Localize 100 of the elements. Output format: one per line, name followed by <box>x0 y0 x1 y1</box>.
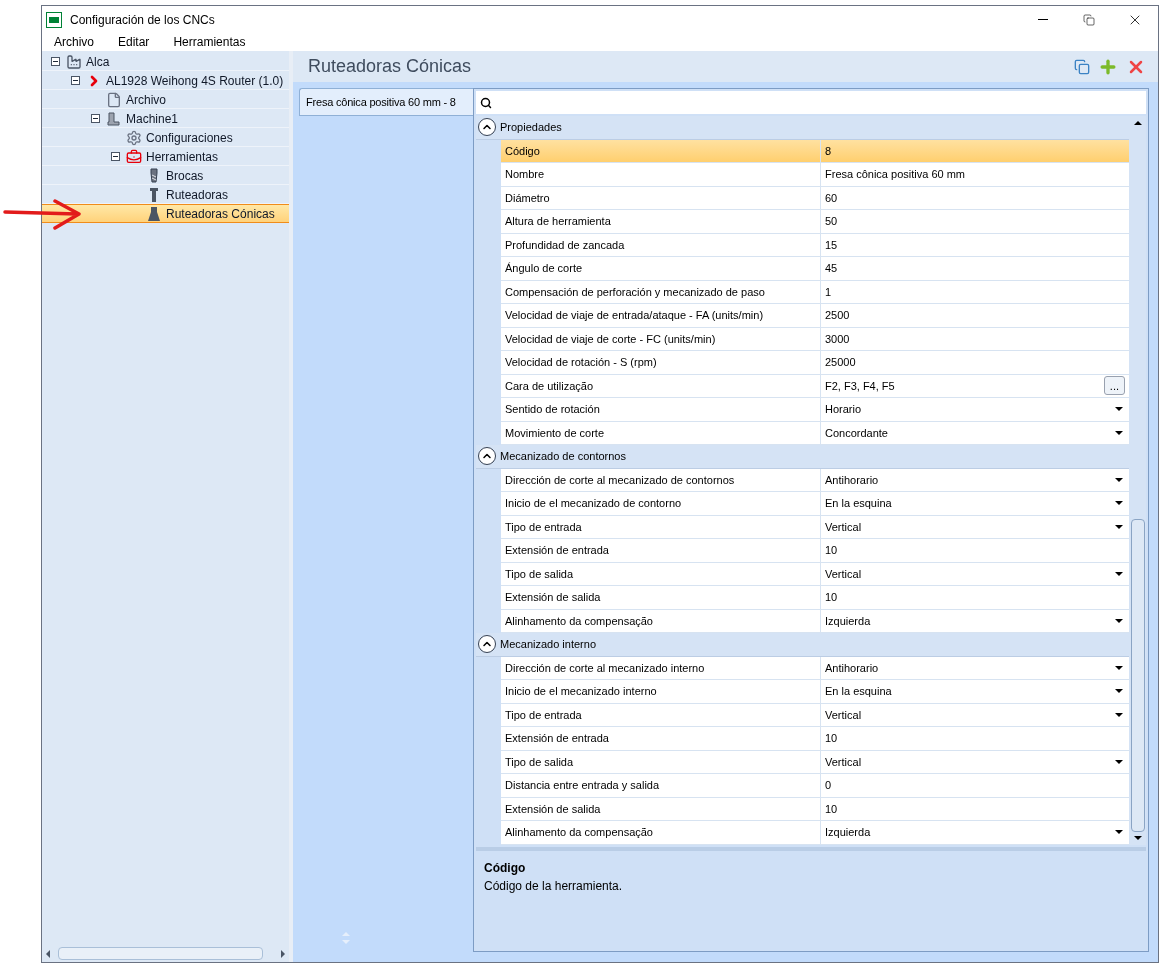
menu-item[interactable]: Editar <box>118 33 150 51</box>
property-name: Ángulo de corte <box>501 257 821 280</box>
property-value: Concordante <box>825 425 888 441</box>
property-row[interactable]: Extensión de salida 10 <box>501 586 1129 610</box>
property-name: Movimiento de corte <box>501 421 821 444</box>
tree-item[interactable]: AL1928 Weihong 4S Router (1.0) <box>42 71 289 90</box>
property-row[interactable]: Extensión de salida 10 <box>501 797 1129 821</box>
property-name: Altura de herramienta <box>501 210 821 233</box>
property-value: 60 <box>825 190 838 206</box>
property-row[interactable]: Velocidad de rotación - S (rpm) 25000 <box>501 351 1129 375</box>
toolbox-icon <box>126 148 142 165</box>
property-value: 50 <box>825 214 838 229</box>
property-row[interactable]: Compensación de perforación y mecanizado de paso 1 <box>501 280 1129 304</box>
property-row[interactable]: Ángulo de corte 45 <box>501 257 1129 281</box>
dropdown-arrow-icon[interactable] <box>1115 407 1123 412</box>
property-value: F2, F3, F4, F5 <box>825 378 895 394</box>
property-row[interactable]: Distancia entre entrada y salida 0 <box>501 774 1129 798</box>
ellipsis-button[interactable]: ... <box>1103 376 1125 396</box>
property-row[interactable]: Inicio de el mecanizado interno En la esquina <box>501 680 1129 704</box>
dropdown-arrow-icon[interactable] <box>1115 830 1123 835</box>
dropdown-arrow-icon[interactable] <box>1115 689 1123 694</box>
tree-item[interactable]: Alca <box>42 52 289 71</box>
category-header[interactable]: Propiedades <box>476 116 1129 140</box>
property-name: Alinhamento da compensação <box>501 609 821 632</box>
tree-item[interactable]: Archivo <box>42 90 289 109</box>
tree-item[interactable]: Brocas <box>42 166 289 185</box>
property-value: Vertical <box>825 566 862 582</box>
dropdown-arrow-icon[interactable] <box>1115 430 1123 435</box>
conical-bit-icon <box>146 205 162 222</box>
property-value: En la esquina <box>825 684 892 699</box>
property-row[interactable]: Velocidad de viaje de entrada/ataque - FA (units/min) 2500 <box>501 304 1129 328</box>
factory-icon <box>66 53 82 70</box>
property-row[interactable]: Tipo de entrada Vertical <box>501 703 1129 727</box>
property-name: Profundidad de zancada <box>501 233 821 256</box>
dropdown-arrow-icon[interactable] <box>1115 571 1123 576</box>
property-row[interactable]: Tipo de salida Vertical <box>501 750 1129 774</box>
tree-item-label: AL1928 Weihong 4S Router (1.0) <box>106 72 284 90</box>
property-row[interactable]: Sentido de rotación Horario <box>501 398 1129 422</box>
dropdown-arrow-icon[interactable] <box>1115 759 1123 764</box>
collapse-toggle[interactable] <box>50 57 60 66</box>
property-value: 8 <box>825 143 832 159</box>
tree-item[interactable]: Herramientas <box>42 147 289 166</box>
property-row[interactable]: Velocidad de viaje de corte - FC (units/min) 3000 <box>501 327 1129 351</box>
property-value: 10 <box>825 801 838 817</box>
dropdown-arrow-icon[interactable] <box>1115 665 1123 670</box>
property-row[interactable]: Altura de herramienta 50 <box>501 210 1129 234</box>
property-value: Fresa cônica positiva 60 mm <box>825 167 965 182</box>
property-row[interactable]: Tipo de salida Vertical <box>501 562 1129 586</box>
category-title: Mecanizado de contornos <box>500 449 626 464</box>
dropdown-arrow-icon[interactable] <box>1115 524 1123 529</box>
tool-tab[interactable]: Fresa cônica positiva 60 mm - 8 <box>299 88 473 116</box>
collapse-toggle[interactable] <box>90 114 100 123</box>
tree-item[interactable]: Configuraciones <box>42 128 289 147</box>
property-name: Compensación de perforación y mecanizado de paso <box>501 280 821 303</box>
dropdown-arrow-icon[interactable] <box>1115 618 1123 623</box>
property-row[interactable]: Extensión de entrada 10 <box>501 539 1129 563</box>
property-row[interactable]: Dirección de corte al mecanizado de contornos Antihorario <box>501 468 1129 492</box>
property-name: Velocidad de viaje de corte - FC (units/min) <box>501 327 821 350</box>
property-row[interactable]: Cara de utilização F2, F3, F4, F5 ... <box>501 374 1129 398</box>
menu-item[interactable]: Archivo <box>54 33 94 51</box>
collapse-icon[interactable] <box>478 447 496 466</box>
dropdown-arrow-icon[interactable] <box>1115 712 1123 717</box>
property-row[interactable]: Dirección de corte al mecanizado interno Antihorario <box>501 656 1129 680</box>
dropdown-arrow-icon[interactable] <box>1115 477 1123 482</box>
property-row[interactable]: Extensión de entrada 10 <box>501 727 1129 751</box>
tree-item[interactable]: Machine1 <box>42 109 289 128</box>
property-name: Extensión de entrada <box>501 727 821 750</box>
category-header[interactable]: Mecanizado de contornos <box>476 445 1129 469</box>
menu-item[interactable]: Herramientas <box>173 33 246 51</box>
property-row[interactable]: Código 8 <box>501 139 1129 163</box>
property-name: Tipo de entrada <box>501 703 821 726</box>
tree-item-label: Ruteadoras Cónicas <box>166 205 275 223</box>
property-row[interactable]: Profundidad de zancada 15 <box>501 233 1129 257</box>
category-header[interactable]: Mecanizado interno <box>476 633 1129 657</box>
restore-icon <box>1083 13 1095 26</box>
property-value: Antihorario <box>825 660 879 676</box>
property-row[interactable]: Alinhamento da compensação Izquierda <box>501 821 1129 845</box>
property-name: Sentido de rotación <box>501 398 821 421</box>
property-row[interactable]: Tipo de entrada Vertical <box>501 515 1129 539</box>
search-icon <box>480 96 492 109</box>
search-field[interactable] <box>476 91 1146 114</box>
collapse-icon[interactable] <box>478 635 496 654</box>
collapse-toggle[interactable] <box>70 76 80 85</box>
collapse-icon[interactable] <box>478 118 496 137</box>
property-value: Vertical <box>825 519 862 535</box>
property-row[interactable]: Alinhamento da compensação Izquierda <box>501 609 1129 633</box>
property-name: Diámetro <box>501 186 821 209</box>
property-name: Velocidad de viaje de entrada/ataque - FA (units/min) <box>501 304 821 327</box>
tree-item-label: Archivo <box>126 91 166 109</box>
property-row[interactable]: Nombre Fresa cônica positiva 60 mm <box>501 163 1129 187</box>
property-name: Dirección de corte al mecanizado interno <box>501 656 821 679</box>
tree-item[interactable]: Ruteadoras Cónicas <box>42 204 289 223</box>
collapse-toggle[interactable] <box>110 152 120 161</box>
property-value: 3000 <box>825 331 850 347</box>
property-row[interactable]: Movimiento de corte Concordante <box>501 421 1129 445</box>
dropdown-arrow-icon[interactable] <box>1115 501 1123 506</box>
property-value: Vertical <box>825 754 862 770</box>
property-row[interactable]: Inicio de el mecanizado de contorno En la esquina <box>501 492 1129 516</box>
property-row[interactable]: Diámetro 60 <box>501 186 1129 210</box>
property-value: Izquierda <box>825 613 871 629</box>
